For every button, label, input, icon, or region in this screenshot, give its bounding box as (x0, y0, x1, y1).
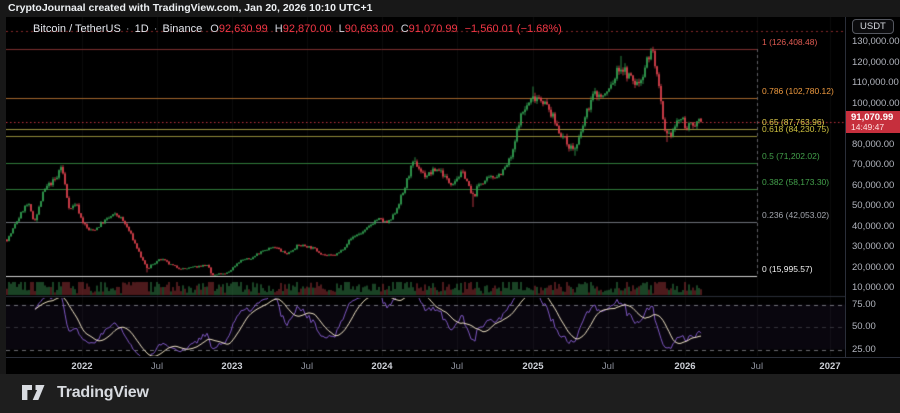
low-value: 90,693.00 (344, 22, 394, 35)
time-axis-label: Jul (450, 361, 464, 372)
separator-dot: · (125, 22, 130, 35)
watermark-bar: CryptoJournaal created with TradingView.… (0, 0, 900, 17)
last-price-badge[interactable]: 91,070.99 14:49:47 (846, 111, 900, 133)
price-axis-label: 100,000.00 (852, 97, 900, 109)
time-axis-label: Jul (150, 361, 164, 372)
time-axis-label: Jul (601, 361, 615, 372)
close-value: 91,070.99 (408, 22, 458, 35)
price-axis-label: 80,000.00 (852, 138, 895, 150)
price-axis[interactable]: USDT 91,070.99 14:49:47 130,000.00 120,00… (845, 17, 900, 357)
high-value: 92,870.00 (282, 22, 332, 35)
price-axis-label: 60,000.00 (852, 179, 895, 191)
time-axis-label: Jul (750, 361, 764, 372)
tradingview-logo-text: TradingView (57, 383, 149, 401)
chart-region: 1 (126,408.48) 0.786 (102,780.12) 0.65 (87… (6, 17, 900, 374)
price-axis-label: 110,000.00 (852, 77, 899, 88)
price-axis-label: 50,000.00 (852, 200, 895, 211)
time-axis-label: 2026 (674, 361, 696, 372)
price-axis-label: 25.00 (852, 344, 876, 355)
price-chart-canvas[interactable] (6, 17, 845, 357)
open-label: O (210, 22, 219, 35)
currency-usdt-button[interactable]: USDT (852, 19, 894, 34)
time-axis-label: 2027 (819, 361, 841, 372)
price-axis-label: 30,000.00 (852, 241, 895, 252)
time-axis-label: Jul (300, 361, 314, 372)
tradingview-chart-frame: CryptoJournaal created with TradingView.… (0, 0, 900, 413)
price-axis-label: 130,000.00 (852, 36, 900, 47)
price-axis-label: 20,000.00 (852, 261, 895, 273)
price-axis-label: 75.00 (852, 299, 876, 310)
time-axis[interactable]: 2022 Jul 2023 Jul 2024 Jul 2025 Jul 2026 Jul 2027 (6, 357, 900, 374)
symbol-name: Bitcoin / TetherUS (33, 22, 121, 35)
separator-dot: · (153, 22, 158, 35)
tradingview-logo[interactable]: TradingView (22, 383, 149, 402)
price-axis-label: 40,000.00 (852, 220, 895, 232)
price-axis-label: 50.00 (852, 321, 876, 332)
watermark-text: CryptoJournaal created with TradingView.… (8, 2, 373, 14)
price-axis-label: 120,000.00 (852, 56, 900, 68)
symbol-header: Bitcoin / TetherUS · 1D · Binance O92,63… (33, 21, 562, 36)
high-label: H (274, 22, 283, 35)
change-value: −1,560.01 (−1.68%) (464, 22, 562, 35)
symbol-title[interactable]: Bitcoin / TetherUS · 1D · Binance (33, 23, 202, 35)
exchange-label: Binance (162, 22, 203, 35)
time-axis-label: 2025 (522, 361, 544, 372)
interval-label: 1D (134, 22, 149, 35)
time-axis-label: 2022 (71, 361, 93, 372)
tradingview-logo-icon (22, 385, 45, 400)
close-label: C (400, 22, 409, 35)
time-axis-label: 2023 (221, 361, 243, 372)
price-axis-label: 70,000.00 (852, 159, 895, 170)
bar-countdown: 14:49:47 (851, 122, 885, 132)
ohlc-readout: O92,630.99 H92,870.00 L90,693.00 C91,070… (210, 23, 562, 35)
open-value: 92,630.99 (218, 22, 268, 35)
time-axis-label: 2024 (371, 361, 393, 372)
price-axis-label: 10,000.00 (852, 282, 895, 293)
bottom-bar: TradingView (0, 374, 900, 413)
